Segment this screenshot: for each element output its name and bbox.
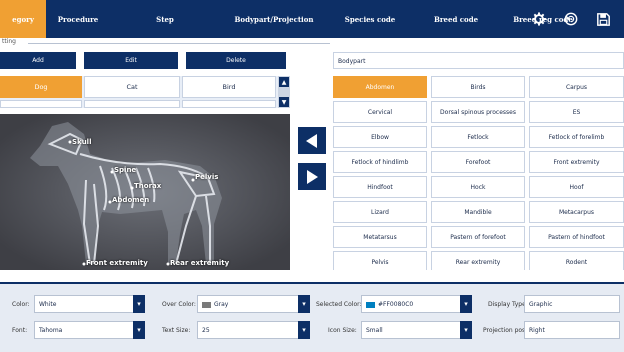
bodypart-cell[interactable]: Carpus <box>529 76 624 98</box>
over-color-dropdown[interactable]: Gray <box>197 295 299 313</box>
tab-procedure[interactable]: Procedure <box>46 0 110 38</box>
bodypart-cell[interactable]: Fetlock <box>431 126 525 148</box>
icon-size-dropdown[interactable]: Small <box>361 321 461 339</box>
species-row-placeholder <box>182 100 276 108</box>
chevron-down-icon[interactable]: ▾ <box>298 295 310 313</box>
bodypart-grid: Abdomen Birds Carpus Cervical Dorsal spinous… <box>333 76 624 270</box>
bodypart-cell[interactable]: Pastern of forefoot <box>431 226 525 248</box>
selected-color-value: #FF0080C0 <box>378 301 414 308</box>
edit-button[interactable]: Edit <box>84 52 178 69</box>
bodypart-cell[interactable]: Fetlock of hindlimb <box>333 151 427 173</box>
font-dropdown[interactable]: Tahoma <box>34 321 134 339</box>
bodypart-cell[interactable]: Dorsal spinous processes <box>431 101 525 123</box>
bodypart-cell[interactable]: Rodent <box>529 251 624 270</box>
selected-color-dropdown[interactable]: #FF0080C0 <box>361 295 461 313</box>
gray-swatch-icon <box>202 301 211 308</box>
section-legend: tting <box>0 38 330 48</box>
species-item-cat[interactable]: Cat <box>84 76 180 98</box>
bodypart-cell[interactable]: Hock <box>431 176 525 198</box>
species-item-dog[interactable]: Dog <box>0 76 82 98</box>
species-list: Dog Cat Bird <box>0 76 290 108</box>
bodypart-cell[interactable]: Fetlock of forelimb <box>529 126 624 148</box>
tab-step[interactable]: Step <box>110 0 220 38</box>
display-type-field[interactable]: Graphic <box>524 295 620 313</box>
text-size-label: Text Size: <box>162 327 191 334</box>
text-size-dropdown[interactable]: 25 <box>197 321 299 339</box>
xray-label-thorax[interactable]: Thorax <box>134 182 161 190</box>
over-color-value: Gray <box>214 301 229 308</box>
bodypart-cell[interactable]: Mandible <box>431 201 525 223</box>
chevron-down-icon[interactable]: ▾ <box>133 321 145 339</box>
font-label: Font: <box>12 327 28 334</box>
toolbar: Add Edit Delete <box>0 52 286 69</box>
xray-label-spine[interactable]: Spine <box>114 166 136 174</box>
tab-bodypart-projection[interactable]: Bodypart/Projection <box>220 0 328 38</box>
bodypart-field[interactable]: Bodypart <box>333 52 624 69</box>
bodypart-cell[interactable]: Hoof <box>529 176 624 198</box>
top-tab-bar: egory Procedure Step Bodypart/Projection… <box>0 0 624 38</box>
arrow-right-icon <box>307 169 318 184</box>
xray-label-pelvis[interactable]: Pelvis <box>195 173 218 181</box>
bodypart-cell[interactable]: Front extremity <box>529 151 624 173</box>
color-dropdown[interactable]: White <box>34 295 134 313</box>
bodypart-cell[interactable]: Elbow <box>333 126 427 148</box>
species-row-placeholder <box>0 100 82 108</box>
chevron-down-icon[interactable]: ▾ <box>298 321 310 339</box>
xray-label-front-extremity[interactable]: Front extremity <box>86 259 148 267</box>
refresh-icon[interactable] <box>562 10 580 28</box>
tab-breed-code[interactable]: Breed code <box>412 0 500 38</box>
save-icon[interactable] <box>594 10 612 28</box>
icon-size-label: Icon Size: <box>328 327 357 334</box>
bodypart-cell[interactable]: Rear extremity <box>431 251 525 270</box>
bodypart-cell[interactable]: Forefoot <box>431 151 525 173</box>
gear-icon[interactable] <box>530 10 548 28</box>
bodypart-cell[interactable]: Cervical <box>333 101 427 123</box>
species-row-placeholder <box>84 100 180 108</box>
chevron-down-icon[interactable]: ▾ <box>460 295 472 313</box>
scroll-down-icon[interactable]: ▼ <box>279 97 289 107</box>
projection-pos-field[interactable]: Right <box>524 321 620 339</box>
xray-label-rear-extremity[interactable]: Rear extremity <box>170 259 229 267</box>
color-label: Color: <box>12 301 30 308</box>
bodypart-cell[interactable]: Lizard <box>333 201 427 223</box>
delete-button[interactable]: Delete <box>186 52 286 69</box>
bodypart-cell[interactable]: Birds <box>431 76 525 98</box>
bodypart-cell[interactable]: Metatarsus <box>333 226 427 248</box>
add-button[interactable]: Add <box>0 52 76 69</box>
tab-category[interactable]: egory <box>0 0 46 38</box>
xray-label-skull[interactable]: Skull <box>72 138 91 146</box>
tab-species-code[interactable]: Species code <box>328 0 412 38</box>
bodypart-cell[interactable]: ES <box>529 101 624 123</box>
move-right-button[interactable] <box>298 163 326 190</box>
selected-color-label: Selected Color: <box>316 301 362 308</box>
species-scrollbar[interactable]: ▲ ▼ <box>278 76 290 108</box>
projection-pos-label: Projection pos: <box>483 327 528 334</box>
xray-label-abdomen[interactable]: Abdomen <box>112 196 149 204</box>
over-color-label: Over Color: <box>162 301 196 308</box>
display-settings-panel: Color: White ▾ Over Color: Gray ▾ Select… <box>0 284 624 352</box>
bodypart-cell[interactable]: Pastern of hindfoot <box>529 226 624 248</box>
bodypart-cell[interactable]: Hindfoot <box>333 176 427 198</box>
scroll-up-icon[interactable]: ▲ <box>279 77 289 87</box>
arrow-left-icon <box>306 133 317 148</box>
bodypart-cell[interactable]: Abdomen <box>333 76 427 98</box>
chevron-down-icon[interactable]: ▾ <box>460 321 472 339</box>
blue-swatch-icon <box>366 301 375 308</box>
bodypart-cell[interactable]: Metacarpus <box>529 201 624 223</box>
display-type-label: Display Type: <box>488 301 528 308</box>
move-left-button[interactable] <box>298 127 326 154</box>
dog-xray-image[interactable]: Skull Spine Pelvis Thorax Abdomen Front … <box>0 114 290 270</box>
bodypart-cell[interactable]: Pelvis <box>333 251 427 270</box>
dog-skeleton-graphic <box>0 114 290 270</box>
species-item-bird[interactable]: Bird <box>182 76 276 98</box>
chevron-down-icon[interactable]: ▾ <box>133 295 145 313</box>
